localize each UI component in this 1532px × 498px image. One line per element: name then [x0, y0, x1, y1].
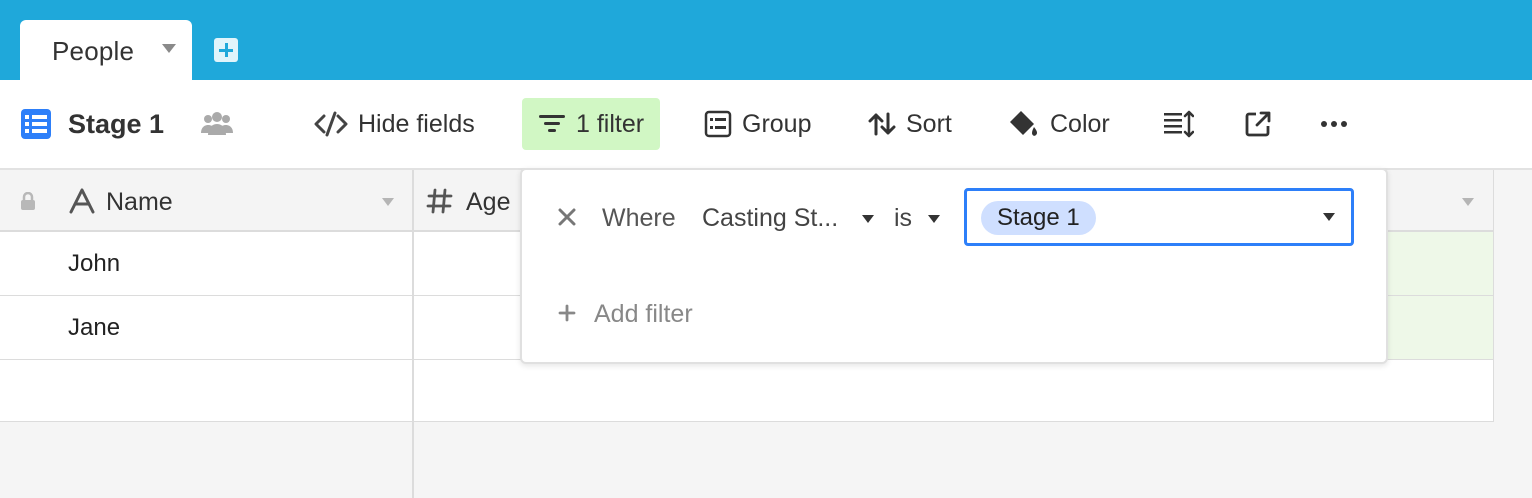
highlighted-cell[interactable]	[1386, 232, 1493, 295]
group-label: Group	[742, 109, 812, 138]
chevron-down-icon[interactable]	[1462, 198, 1474, 206]
row-height-button[interactable]	[1162, 98, 1194, 150]
table-tab-bar: People	[0, 0, 1532, 80]
color-label: Color	[1050, 109, 1110, 138]
sort-icon	[868, 112, 896, 136]
chevron-down-icon	[862, 215, 874, 223]
filter-field-value: Casting St...	[702, 204, 839, 232]
name-cell[interactable]: John	[68, 250, 120, 278]
add-row[interactable]	[0, 360, 412, 422]
share-view-button[interactable]	[1244, 98, 1272, 150]
add-filter-button[interactable]: Add filter	[552, 292, 752, 336]
people-icon	[201, 112, 233, 135]
column-header-name[interactable]: Name	[0, 170, 412, 232]
number-field-icon	[426, 188, 453, 214]
text-field-icon	[69, 188, 95, 214]
filter-operator-select[interactable]: is	[892, 196, 946, 240]
sort-label: Sort	[906, 109, 952, 138]
row-height-icon	[1164, 110, 1194, 138]
sort-button[interactable]: Sort	[868, 98, 952, 150]
filter-where-label: Where	[602, 204, 676, 232]
grid-view-icon	[21, 109, 51, 139]
close-icon[interactable]	[558, 208, 576, 226]
collaborators-button[interactable]	[200, 98, 234, 150]
column-header-label: Name	[106, 188, 173, 216]
chevron-down-icon	[1323, 213, 1335, 221]
hide-fields-label: Hide fields	[358, 109, 475, 138]
paint-bucket-icon	[1010, 111, 1038, 136]
table-row[interactable]: John	[0, 232, 412, 296]
plus-icon	[558, 304, 576, 322]
more-options-button[interactable]	[1320, 98, 1348, 150]
add-table-icon[interactable]	[214, 38, 238, 62]
add-filter-label: Add filter	[594, 300, 693, 328]
view-name: Stage 1	[68, 108, 165, 139]
filter-icon	[539, 115, 565, 132]
view-switcher[interactable]: Stage 1	[20, 98, 164, 150]
filter-value-select[interactable]: Stage 1	[964, 188, 1354, 246]
chevron-down-icon	[928, 215, 940, 223]
group-icon	[704, 110, 732, 138]
chevron-down-icon[interactable]	[162, 44, 176, 53]
highlighted-cell[interactable]	[1386, 296, 1493, 359]
add-row[interactable]	[414, 360, 1493, 422]
group-button[interactable]: Group	[704, 98, 811, 150]
lock-icon	[21, 192, 35, 210]
view-toolbar: Stage 1 Hide fields 1 filter Group Sort …	[0, 80, 1532, 170]
column-header-label: Age	[466, 188, 511, 216]
filter-value-chip[interactable]: Stage 1	[981, 201, 1096, 235]
filter-field-select[interactable]: Casting St...	[700, 196, 880, 240]
table-tab-people[interactable]: People	[20, 20, 192, 80]
filter-label: 1 filter	[576, 109, 645, 138]
hide-fields-button[interactable]: Hide fields	[314, 98, 475, 150]
hide-fields-icon	[314, 111, 348, 137]
table-tab-label: People	[52, 36, 135, 66]
color-button[interactable]: Color	[1008, 98, 1110, 150]
more-icon	[1321, 121, 1347, 127]
table-row[interactable]: Jane	[0, 296, 412, 360]
filter-button[interactable]: 1 filter	[522, 98, 661, 150]
chevron-down-icon[interactable]	[382, 198, 394, 206]
grid-left-pane: Name John Jane	[0, 170, 414, 498]
filter-popover: Where Casting St... is Stage 1 Add filte…	[520, 168, 1388, 364]
filter-operator-value: is	[894, 204, 913, 232]
share-icon	[1245, 111, 1271, 137]
name-cell[interactable]: Jane	[68, 314, 120, 342]
